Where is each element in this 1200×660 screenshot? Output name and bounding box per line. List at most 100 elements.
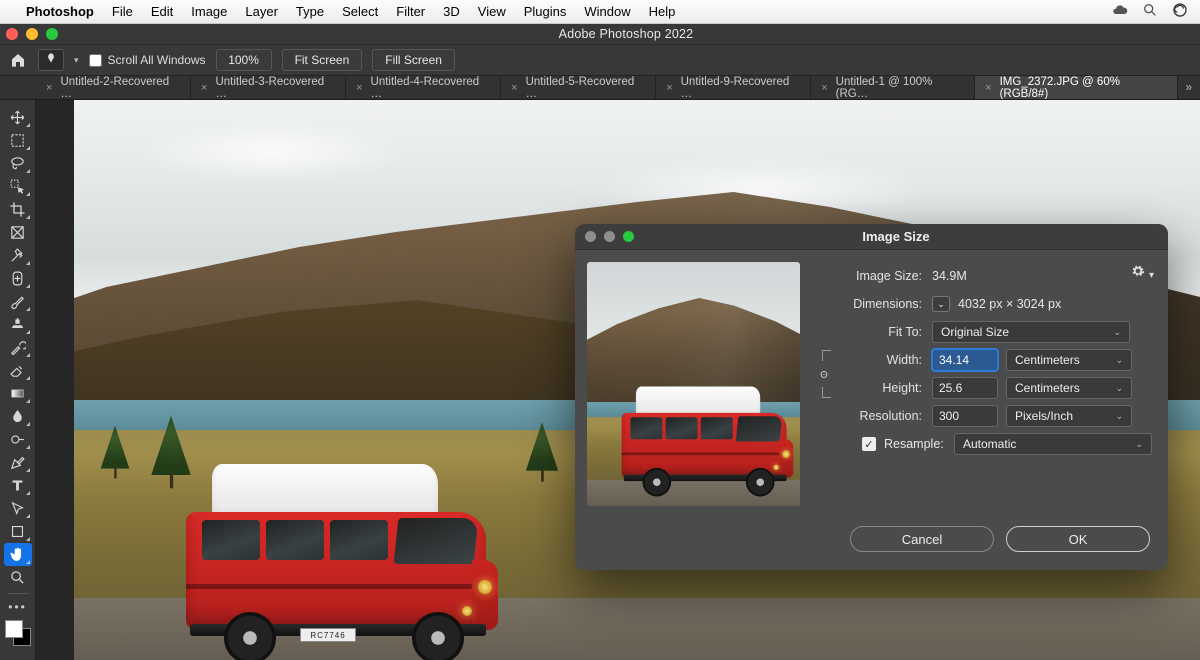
dialog-minimize-button[interactable] xyxy=(604,231,615,242)
eyedropper-tool-icon[interactable] xyxy=(4,244,32,267)
height-input[interactable] xyxy=(932,377,998,399)
menu-type[interactable]: Type xyxy=(296,4,324,19)
gradient-tool-icon[interactable] xyxy=(4,382,32,405)
current-tool-preset[interactable] xyxy=(38,49,64,71)
marquee-tool-icon[interactable] xyxy=(4,129,32,152)
brush-tool-icon[interactable] xyxy=(4,290,32,313)
doc-tab-label: Untitled-3-Recovered … xyxy=(215,76,335,100)
history-brush-tool-icon[interactable] xyxy=(4,336,32,359)
license-plate: RC7746 xyxy=(300,628,356,642)
minimize-window-button[interactable] xyxy=(26,28,38,40)
frame-tool-icon[interactable] xyxy=(4,221,32,244)
height-label: Height: xyxy=(834,381,932,395)
resolution-label: Resolution: xyxy=(814,409,932,423)
menu-select[interactable]: Select xyxy=(342,4,378,19)
search-icon[interactable] xyxy=(1142,2,1158,21)
width-label: Width: xyxy=(834,353,932,367)
zoom-tool-icon[interactable] xyxy=(4,566,32,589)
close-tab-icon[interactable]: × xyxy=(666,82,672,94)
move-tool-icon[interactable] xyxy=(4,106,32,129)
doc-tab-label: Untitled-4-Recovered … xyxy=(371,76,491,100)
tab-overflow-chevron-icon[interactable]: » xyxy=(1178,76,1200,99)
doc-tab-label: IMG_2372.JPG @ 60% (RGB/8#) xyxy=(1000,76,1167,100)
fit-to-label: Fit To: xyxy=(814,325,932,339)
canvas-image-content: RC7746 xyxy=(174,464,504,660)
image-size-label: Image Size: xyxy=(814,269,932,283)
gear-icon[interactable]: ▾ xyxy=(1131,264,1154,283)
cloud-icon[interactable] xyxy=(1112,2,1128,21)
fit-screen-button[interactable]: Fit Screen xyxy=(282,49,363,71)
doc-tab[interactable]: ×Untitled-9-Recovered … xyxy=(656,76,811,99)
hand-tool-icon[interactable] xyxy=(4,543,32,566)
ok-button[interactable]: OK xyxy=(1006,526,1150,552)
menubar-app-name[interactable]: Photoshop xyxy=(26,4,94,19)
menu-filter[interactable]: Filter xyxy=(396,4,425,19)
doc-tab-label: Untitled-5-Recovered … xyxy=(526,76,646,100)
close-window-button[interactable] xyxy=(6,28,18,40)
creative-cloud-icon[interactable] xyxy=(1172,2,1188,21)
foreground-swatch[interactable] xyxy=(5,620,23,638)
dialog-title: Image Size xyxy=(634,229,1158,244)
menu-file[interactable]: File xyxy=(112,4,133,19)
scroll-all-windows-checkbox[interactable]: Scroll All Windows xyxy=(89,53,206,67)
dimensions-label: Dimensions: xyxy=(814,297,932,311)
close-tab-icon[interactable]: × xyxy=(821,82,827,94)
quick-select-tool-icon[interactable] xyxy=(4,175,32,198)
menu-image[interactable]: Image xyxy=(191,4,227,19)
healing-brush-tool-icon[interactable] xyxy=(4,267,32,290)
resample-checkbox[interactable]: ✓ xyxy=(862,437,876,451)
app-title: Adobe Photoshop 2022 xyxy=(58,27,1194,41)
app-titlebar: Adobe Photoshop 2022 xyxy=(0,24,1200,44)
zoom-level-field[interactable]: 100% xyxy=(216,49,272,71)
color-swatches[interactable] xyxy=(5,620,31,646)
doc-tab[interactable]: ×Untitled-2-Recovered … xyxy=(36,76,191,99)
dialog-close-button[interactable] xyxy=(585,231,596,242)
tool-preset-chevron-icon[interactable]: ▾ xyxy=(74,55,79,66)
doc-tab[interactable]: × Untitled-4-Recovered … xyxy=(346,76,501,99)
fill-screen-button[interactable]: Fill Screen xyxy=(372,49,455,71)
resample-method-select[interactable]: Automatic⌄ xyxy=(954,433,1152,455)
dimensions-unit-chevron-icon[interactable]: ⌄ xyxy=(932,296,950,312)
dodge-tool-icon[interactable] xyxy=(4,428,32,451)
fit-to-select[interactable]: Original Size⌄ xyxy=(932,321,1130,343)
close-tab-icon[interactable]: × xyxy=(511,82,517,94)
document-tab-strip: ×Untitled-2-Recovered … × Untitled-3-Reco… xyxy=(0,76,1200,100)
resolution-unit-select[interactable]: Pixels/Inch⌄ xyxy=(1006,405,1132,427)
width-unit-select[interactable]: Centimeters⌄ xyxy=(1006,349,1132,371)
menu-plugins[interactable]: Plugins xyxy=(524,4,567,19)
eraser-tool-icon[interactable] xyxy=(4,359,32,382)
menu-layer[interactable]: Layer xyxy=(245,4,278,19)
edit-toolbar-icon[interactable]: ••• xyxy=(8,600,27,614)
dialog-titlebar[interactable]: Image Size xyxy=(575,224,1168,250)
resolution-input[interactable] xyxy=(932,405,998,427)
clone-stamp-tool-icon[interactable] xyxy=(4,313,32,336)
width-input[interactable] xyxy=(932,349,998,371)
doc-tab[interactable]: ×Untitled-1 @ 100% (RG… xyxy=(811,76,975,99)
menu-edit[interactable]: Edit xyxy=(151,4,173,19)
height-unit-select[interactable]: Centimeters⌄ xyxy=(1006,377,1132,399)
pen-tool-icon[interactable] xyxy=(4,451,32,474)
menu-help[interactable]: Help xyxy=(649,4,676,19)
tools-panel: ••• xyxy=(0,100,36,660)
close-tab-icon[interactable]: × xyxy=(201,82,207,94)
type-tool-icon[interactable] xyxy=(4,474,32,497)
doc-tab[interactable]: × Untitled-3-Recovered … xyxy=(191,76,346,99)
blur-tool-icon[interactable] xyxy=(4,405,32,428)
close-tab-icon[interactable]: × xyxy=(356,82,362,94)
menu-view[interactable]: View xyxy=(478,4,506,19)
cancel-button[interactable]: Cancel xyxy=(850,526,994,552)
dialog-zoom-button[interactable] xyxy=(623,231,634,242)
doc-tab[interactable]: × Untitled-5-Recovered … xyxy=(501,76,656,99)
maximize-window-button[interactable] xyxy=(46,28,58,40)
home-icon[interactable] xyxy=(8,50,28,70)
constrain-proportions-icon[interactable]: 𐍈 xyxy=(814,348,834,400)
lasso-tool-icon[interactable] xyxy=(4,152,32,175)
menu-3d[interactable]: 3D xyxy=(443,4,460,19)
doc-tab-active[interactable]: × IMG_2372.JPG @ 60% (RGB/8#) xyxy=(975,76,1177,99)
close-tab-icon[interactable]: × xyxy=(985,82,991,94)
close-tab-icon[interactable]: × xyxy=(46,82,52,94)
menu-window[interactable]: Window xyxy=(584,4,630,19)
crop-tool-icon[interactable] xyxy=(4,198,32,221)
path-select-tool-icon[interactable] xyxy=(4,497,32,520)
shape-tool-icon[interactable] xyxy=(4,520,32,543)
